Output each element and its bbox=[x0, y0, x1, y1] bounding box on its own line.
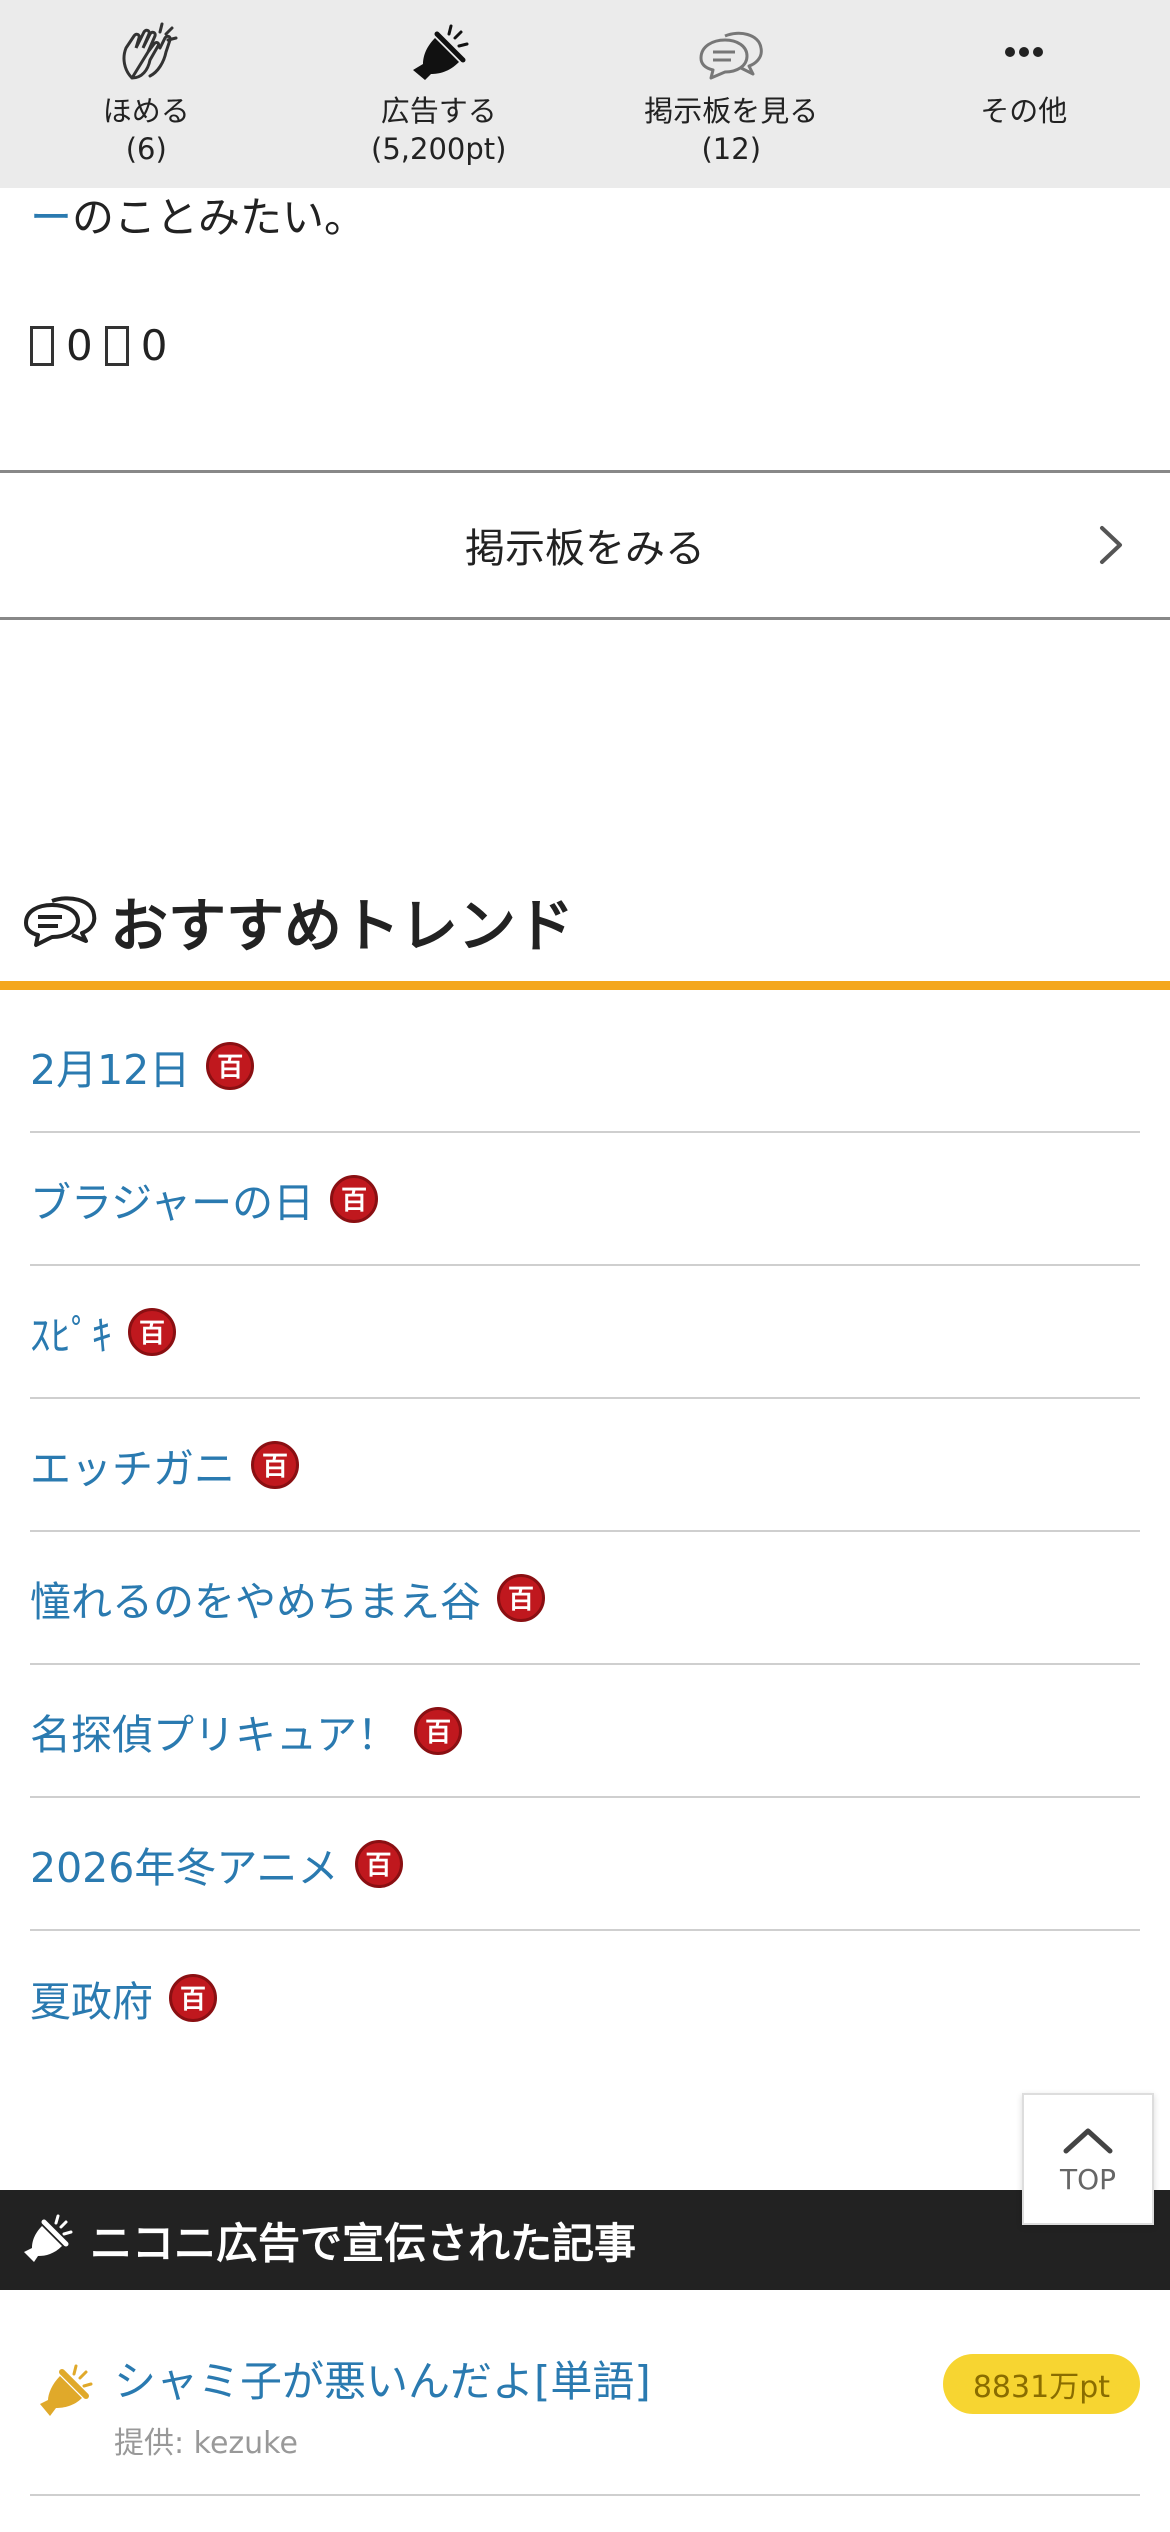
more-button[interactable]: その他 bbox=[878, 0, 1170, 188]
action-bar: ほめる (6) 広告する (5,200pt) 掲示板を見る (12) その他 bbox=[0, 0, 1170, 188]
trend-item[interactable]: 憧れるのをやめちまえ谷百 bbox=[30, 1532, 1140, 1665]
trend-item-label[interactable]: ブラジャーの日 bbox=[30, 1169, 314, 1229]
megaphone-icon bbox=[412, 24, 469, 80]
board-link[interactable]: 掲示板をみる bbox=[0, 470, 1170, 620]
reaction-counts: 0 0 bbox=[30, 316, 167, 376]
trend-item-label[interactable]: エッチガニ bbox=[30, 1435, 235, 1495]
hyakka-badge-icon: 百 bbox=[251, 1440, 299, 1489]
back-to-top-button[interactable]: TOP bbox=[1022, 2093, 1154, 2225]
chat-bubbles-icon bbox=[699, 31, 764, 80]
back-to-top-label: TOP bbox=[1059, 2162, 1117, 2196]
hyakka-badge-icon: 百 bbox=[330, 1174, 379, 1223]
praise-button[interactable]: ほめる (6) bbox=[0, 0, 293, 188]
article-link-fragment[interactable]: ー bbox=[30, 193, 72, 242]
chevron-right-icon bbox=[1100, 526, 1122, 564]
ad-item-title[interactable]: シャミ子が悪いんだよ[単語] bbox=[114, 2348, 651, 2409]
megaphone-icon bbox=[40, 2364, 93, 2416]
ad-item[interactable]: シャミ子が悪いんだよ[単語] 提供: kezuke 8831万pt bbox=[30, 2310, 1140, 2496]
more-dots-icon bbox=[1004, 47, 1043, 57]
trend-item[interactable]: 2月12日百 bbox=[30, 1000, 1140, 1133]
praise-count: (6) bbox=[125, 132, 167, 166]
nico-ad-header: ニコニ広告で宣伝された記事 bbox=[0, 2190, 1170, 2290]
nico-ad-title: ニコニ広告で宣伝された記事 bbox=[90, 2218, 637, 2268]
trend-item-label[interactable]: 2月12日 bbox=[30, 1036, 190, 1096]
hyakka-badge-icon: 百 bbox=[354, 1839, 403, 1888]
trend-item-label[interactable]: 2026年冬アニメ bbox=[30, 1834, 339, 1894]
trend-item[interactable]: エッチガニ百 bbox=[30, 1399, 1140, 1532]
trend-item-label[interactable]: ｽﾋﾟｷ bbox=[30, 1302, 112, 1362]
trend-item[interactable]: ｽﾋﾟｷ 百 bbox=[30, 1266, 1140, 1399]
hyakka-badge-icon: 百 bbox=[497, 1573, 545, 1622]
article-text: ーのことみたい。 bbox=[30, 188, 366, 248]
chat-bubbles-icon bbox=[24, 895, 97, 947]
trend-list: 2月12日百 ブラジャーの日百 ｽﾋﾟｷ百 エッチガニ百 憧れるのをやめちまえ谷… bbox=[30, 1000, 1140, 2064]
trend-item[interactable]: 名探偵プリキュア！ 百 bbox=[30, 1665, 1140, 1798]
bad-count: 0 bbox=[140, 321, 168, 370]
good-count: 0 bbox=[66, 321, 93, 370]
view-board-label: 掲示板を見る bbox=[644, 94, 819, 128]
trend-header: おすすめトレンド bbox=[0, 860, 1170, 990]
hyakka-badge-icon: 百 bbox=[414, 1706, 463, 1755]
trend-item[interactable]: 2026年冬アニメ百 bbox=[30, 1798, 1140, 1931]
advertise-label: 広告する bbox=[380, 94, 497, 128]
view-board-count: (12) bbox=[701, 132, 762, 166]
good-icon[interactable] bbox=[30, 326, 54, 366]
advertise-button[interactable]: 広告する (5,200pt) bbox=[293, 0, 586, 188]
hyakka-badge-icon: 百 bbox=[128, 1307, 176, 1356]
trend-item-label[interactable]: 憧れるのをやめちまえ谷 bbox=[30, 1568, 481, 1628]
megaphone-icon bbox=[24, 2214, 73, 2262]
trend-item-label[interactable]: 夏政府 bbox=[30, 1968, 153, 2028]
trend-title: おすすめトレンド bbox=[110, 891, 575, 960]
praise-label: ほめる bbox=[102, 94, 190, 128]
more-label: その他 bbox=[980, 94, 1068, 128]
hyakka-badge-icon: 百 bbox=[169, 1973, 217, 2022]
bad-icon[interactable] bbox=[104, 326, 129, 366]
advertise-count: (5,200pt) bbox=[371, 132, 507, 166]
trend-item-label[interactable]: 名探偵プリキュア！ bbox=[30, 1701, 398, 1761]
view-board-button[interactable]: 掲示板を見る (12) bbox=[585, 0, 878, 188]
hyakka-badge-icon: 百 bbox=[206, 1041, 255, 1090]
ad-item-provider: 提供: kezuke bbox=[114, 2426, 298, 2461]
chevron-up-icon bbox=[1063, 2128, 1113, 2153]
trend-item[interactable]: ブラジャーの日百 bbox=[30, 1133, 1140, 1266]
trend-item[interactable]: 夏政府百 bbox=[30, 1931, 1140, 2064]
clapping-hands-icon bbox=[122, 22, 178, 80]
article-text-fragment: のことみたい。 bbox=[72, 193, 367, 242]
board-link-label: 掲示板をみる bbox=[465, 526, 705, 572]
ad-points-badge: 8831万pt bbox=[942, 2354, 1140, 2414]
